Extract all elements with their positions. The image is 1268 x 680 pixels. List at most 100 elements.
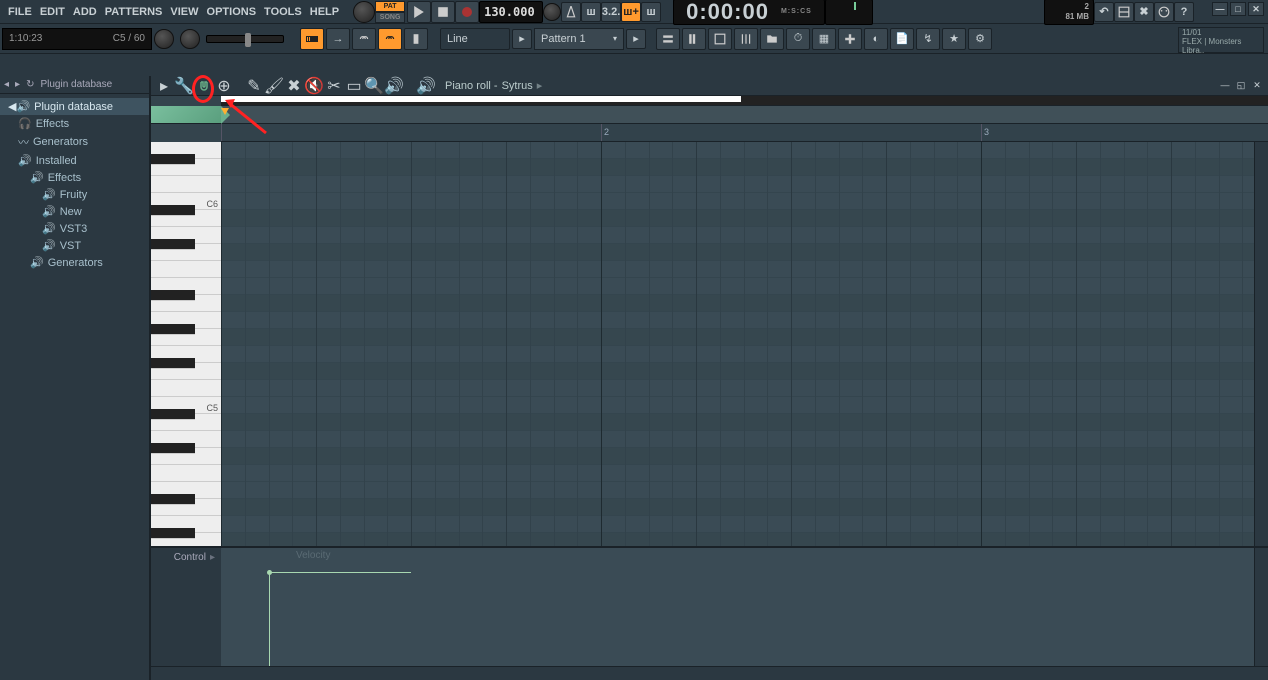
play-button[interactable] xyxy=(407,1,431,23)
song-pattern-switch[interactable]: PAT SONG xyxy=(375,1,405,23)
pr-paint-tool[interactable]: 🖌 xyxy=(265,78,283,94)
pr-close-button[interactable]: ✕ xyxy=(1250,78,1264,92)
loop-record-button[interactable]: ш xyxy=(641,2,661,22)
browser-reread-icon[interactable]: ↻ xyxy=(26,79,34,90)
tree-generators[interactable]: 〰Generators xyxy=(0,132,149,152)
undo-button[interactable]: ↶ xyxy=(1094,2,1114,22)
debug-button[interactable]: ⚙ xyxy=(968,28,992,50)
record-button[interactable] xyxy=(455,1,479,23)
typing-keyboard-button[interactable] xyxy=(300,28,324,50)
menu-add[interactable]: ADD xyxy=(69,6,101,18)
pr-slice-tool[interactable]: ✂ xyxy=(325,78,343,94)
pat-mode[interactable]: PAT xyxy=(375,1,405,12)
pr-playhead-marker[interactable] xyxy=(221,108,229,115)
control-vertical-scrollbar[interactable] xyxy=(1254,548,1268,666)
pr-tools-button[interactable]: 🔧 xyxy=(175,78,193,94)
link2-button[interactable] xyxy=(378,28,402,50)
view-browser-button[interactable] xyxy=(760,28,784,50)
pr-select-tool[interactable]: ▭ xyxy=(345,78,363,94)
pitch-knob[interactable] xyxy=(543,3,561,21)
note-grid[interactable]: B4 xyxy=(221,142,1254,546)
piano-keyboard[interactable]: C6C5 xyxy=(151,142,221,546)
pr-maximize-button[interactable]: ◱ xyxy=(1234,78,1248,92)
maximize-button[interactable]: □ xyxy=(1230,2,1246,16)
metronome-button[interactable] xyxy=(561,2,581,22)
view-pianoroll-button[interactable] xyxy=(682,28,706,50)
live-button[interactable] xyxy=(404,28,428,50)
control-pane-label[interactable]: Control▸ xyxy=(151,548,221,666)
browser-tree[interactable]: ◀🔊Plugin database 🎧Effects 〰Generators 🔊… xyxy=(0,94,149,680)
snap-selector[interactable]: Line xyxy=(440,28,510,50)
pr-target-channel-badge[interactable] xyxy=(151,106,221,123)
step-edit-button[interactable]: → xyxy=(326,28,350,50)
stop-button[interactable] xyxy=(431,1,455,23)
tempo-display[interactable]: 130.000 xyxy=(479,1,543,23)
pr-zoom-tool[interactable]: 🔍 xyxy=(365,78,383,94)
pr-bar-ruler[interactable]: 2 3 xyxy=(221,124,1268,142)
link-button[interactable] xyxy=(352,28,376,50)
menu-tools[interactable]: TOOLS xyxy=(260,6,306,18)
view-mixer-button[interactable] xyxy=(734,28,758,50)
view-playlist-button[interactable] xyxy=(656,28,680,50)
tree-effects[interactable]: 🎧Effects xyxy=(0,115,149,132)
crossfade-slider[interactable] xyxy=(206,35,284,43)
countdown-button[interactable]: 3.2. xyxy=(601,2,621,22)
pr-snap-magnet-icon[interactable] xyxy=(195,78,213,94)
browser-forward-icon[interactable]: ▸ xyxy=(15,79,20,90)
tempo-tap-button[interactable]: ⏱ xyxy=(786,28,810,50)
overdub-button[interactable]: ш+ xyxy=(621,2,641,22)
wait-input-button[interactable]: ш xyxy=(581,2,601,22)
pr-minimize-button[interactable]: — xyxy=(1218,78,1232,92)
pr-menu-button[interactable]: ▸ xyxy=(155,78,173,94)
velocity-editor[interactable]: Velocity xyxy=(221,548,1254,666)
vu-meter xyxy=(825,0,873,25)
snap-dropdown[interactable]: ▸ xyxy=(512,29,532,49)
menu-edit[interactable]: EDIT xyxy=(36,6,69,18)
time-display[interactable]: 0:00:00 M:S:CS xyxy=(673,0,825,25)
swing-knob[interactable] xyxy=(154,29,174,49)
info-button[interactable]: ★ xyxy=(942,28,966,50)
tree-vst[interactable]: 🔊VST xyxy=(0,237,149,254)
settings-button[interactable]: ✖ xyxy=(1134,2,1154,22)
view-switch-button[interactable] xyxy=(1114,2,1134,22)
tree-fruity[interactable]: 🔊Fruity xyxy=(0,186,149,203)
pr-delete-tool[interactable]: ✖ xyxy=(285,78,303,94)
pr-horizontal-scrollbar[interactable] xyxy=(151,666,1268,680)
browser-back-icon[interactable]: ◂ xyxy=(4,79,9,90)
pr-overview[interactable] xyxy=(221,96,1268,106)
audio-settings-button[interactable]: ◐ xyxy=(864,28,888,50)
pr-playback-tool[interactable]: 🔊 xyxy=(385,78,403,94)
pr-draw-tool[interactable]: ✎ xyxy=(245,78,263,94)
help-button[interactable]: ? xyxy=(1174,2,1194,22)
song-mode[interactable]: SONG xyxy=(375,12,405,23)
close-all-button[interactable]: ▦ xyxy=(812,28,836,50)
render-button[interactable]: ↯ xyxy=(916,28,940,50)
pr-channel-icon[interactable]: 🔊 xyxy=(417,78,435,94)
pattern-next-button[interactable]: ▸ xyxy=(626,29,646,49)
midi-button[interactable] xyxy=(1154,2,1174,22)
tree-vst3[interactable]: 🔊VST3 xyxy=(0,220,149,237)
menu-help[interactable]: HELP xyxy=(306,6,343,18)
pr-playhead-row[interactable] xyxy=(151,106,1268,124)
menu-view[interactable]: VIEW xyxy=(166,6,202,18)
plugin-picker-button[interactable] xyxy=(838,28,862,50)
tree-installed-effects[interactable]: 🔊Effects xyxy=(0,169,149,186)
close-button[interactable]: ✕ xyxy=(1248,2,1264,16)
piano-roll-toolbar: ▸ 🔧 ⊕ ✎ 🖌 ✖ 🔇 ✂ ▭ 🔍 🔊 🔊 Piano roll - Syt… xyxy=(151,76,1268,96)
main-volume-knob[interactable] xyxy=(353,1,375,23)
pr-stamp-button[interactable]: ⊕ xyxy=(215,78,233,94)
file-settings-button[interactable]: 📄 xyxy=(890,28,914,50)
view-channelrack-button[interactable] xyxy=(708,28,732,50)
menu-file[interactable]: FILE xyxy=(4,6,36,18)
pattern-selector[interactable]: Pattern 1▾ xyxy=(534,28,624,50)
tree-new[interactable]: 🔊New xyxy=(0,203,149,220)
minimize-button[interactable]: — xyxy=(1212,2,1228,16)
main-pitch-knob[interactable] xyxy=(180,29,200,49)
tree-installed[interactable]: 🔊Installed xyxy=(0,152,149,169)
menu-patterns[interactable]: PATTERNS xyxy=(101,6,167,18)
pr-mute-tool[interactable]: 🔇 xyxy=(305,78,323,94)
menu-options[interactable]: OPTIONS xyxy=(203,6,261,18)
tree-plugin-database[interactable]: ◀🔊Plugin database xyxy=(0,98,149,115)
browser-header: ◂ ▸ ↻ Plugin database xyxy=(0,76,149,94)
tree-installed-generators[interactable]: 🔊Generators xyxy=(0,254,149,271)
